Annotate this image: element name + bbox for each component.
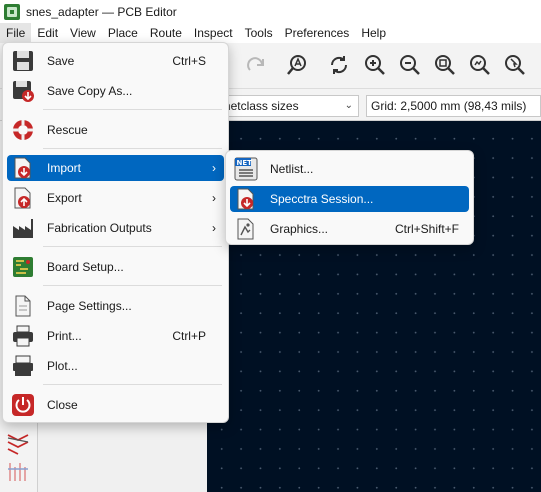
menu-item-label: Fabrication Outputs	[47, 221, 152, 235]
menu-item-board-setup[interactable]: Board Setup...	[7, 254, 224, 280]
menu-item-label: Page Settings...	[47, 299, 132, 313]
menu-preferences[interactable]: Preferences	[279, 23, 356, 43]
menu-item-save-copy-as[interactable]: Save Copy As...	[7, 78, 224, 104]
menu-item-import[interactable]: Import ›	[7, 155, 224, 181]
board-setup-icon	[11, 255, 35, 279]
menu-item-label: Rescue	[47, 123, 88, 137]
chevron-right-icon: ›	[212, 221, 216, 235]
grid-combo[interactable]: Grid: 2,5000 mm (98,43 mils)	[366, 95, 541, 117]
menu-route[interactable]: Route	[144, 23, 188, 43]
specctra-icon	[234, 187, 258, 211]
zoom-out-icon[interactable]	[396, 51, 424, 79]
menu-item-print[interactable]: Print... Ctrl+P	[7, 323, 224, 349]
menu-item-label: Export	[47, 191, 82, 205]
grid-value: Grid: 2,5000 mm (98,43 mils)	[371, 99, 527, 113]
zoom-fit-icon[interactable]	[431, 51, 459, 79]
zoom-selection-icon[interactable]	[501, 51, 529, 79]
menu-item-shortcut: Ctrl+P	[172, 329, 206, 343]
menu-help[interactable]: Help	[355, 23, 392, 43]
menu-item-save[interactable]: Save Ctrl+S	[7, 48, 224, 74]
export-icon	[11, 186, 35, 210]
menu-separator	[43, 246, 222, 247]
print-icon	[11, 324, 35, 348]
file-menu: Save Ctrl+S Save Copy As... Rescue Impor…	[2, 42, 229, 423]
menu-item-label: Specctra Session...	[270, 192, 374, 206]
plot-icon	[11, 354, 35, 378]
import-submenu: NET Netlist... Specctra Session... Graph…	[225, 150, 474, 245]
menu-item-fabrication-outputs[interactable]: Fabrication Outputs ›	[7, 215, 224, 241]
menu-tools[interactable]: Tools	[239, 23, 279, 43]
refresh-icon[interactable]	[325, 51, 353, 79]
zoom-objects-icon[interactable]	[466, 51, 494, 79]
menu-bar: File Edit View Place Route Inspect Tools…	[0, 23, 541, 43]
title-bar: snes_adapter — PCB Editor	[0, 0, 541, 23]
menu-item-label: Board Setup...	[47, 260, 124, 274]
menu-file[interactable]: File	[0, 23, 32, 43]
menu-item-close[interactable]: Close	[7, 392, 224, 418]
close-icon	[11, 393, 35, 417]
save-copy-icon	[11, 79, 35, 103]
rescue-icon	[11, 118, 35, 142]
menu-item-label: Graphics...	[270, 222, 329, 236]
chevron-down-icon: ⌄	[344, 100, 353, 111]
menu-item-label: Save	[47, 54, 75, 68]
menu-item-page-settings[interactable]: Page Settings...	[7, 293, 224, 319]
menu-separator	[43, 285, 222, 286]
graphics-icon	[234, 217, 258, 241]
menu-view[interactable]: View	[64, 23, 102, 43]
netlist-icon: NET	[234, 157, 258, 181]
menu-item-netlist[interactable]: NET Netlist...	[230, 156, 469, 182]
menu-item-label: Plot...	[47, 359, 78, 373]
menu-separator	[43, 384, 222, 385]
chevron-right-icon: ›	[212, 191, 216, 205]
menu-inspect[interactable]: Inspect	[188, 23, 239, 43]
menu-item-rescue[interactable]: Rescue	[7, 117, 224, 143]
curved-ratsnest-icon[interactable]	[5, 459, 31, 485]
menu-item-label: Close	[47, 398, 78, 412]
menu-item-shortcut: Ctrl+S	[172, 54, 206, 68]
import-icon	[11, 156, 35, 180]
page-settings-icon	[11, 294, 35, 318]
fabrication-icon	[11, 216, 35, 240]
menu-item-specctra-session[interactable]: Specctra Session...	[230, 186, 469, 212]
menu-item-shortcut: Ctrl+Shift+F	[394, 222, 459, 236]
ratsnest-icon[interactable]	[5, 429, 31, 455]
menu-separator	[43, 109, 222, 110]
menu-separator	[43, 148, 222, 149]
menu-item-label: Netlist...	[270, 162, 314, 176]
menu-item-graphics[interactable]: Graphics... Ctrl+Shift+F	[230, 216, 469, 242]
menu-edit[interactable]: Edit	[31, 23, 64, 43]
kicad-pcb-app-icon	[4, 3, 20, 20]
menu-item-export[interactable]: Export ›	[7, 185, 224, 211]
find-icon[interactable]	[283, 51, 311, 79]
svg-text:NET: NET	[237, 159, 253, 167]
save-icon	[11, 49, 35, 73]
window-title: snes_adapter — PCB Editor	[26, 4, 177, 19]
menu-place[interactable]: Place	[102, 23, 144, 43]
chevron-right-icon: ›	[212, 161, 216, 175]
menu-item-label: Save Copy As...	[47, 84, 133, 98]
menu-item-label: Print...	[47, 329, 82, 343]
redo-icon[interactable]	[242, 51, 270, 79]
menu-item-label: Import	[47, 161, 82, 175]
zoom-in-icon[interactable]	[361, 51, 389, 79]
menu-item-plot[interactable]: Plot...	[7, 353, 224, 379]
